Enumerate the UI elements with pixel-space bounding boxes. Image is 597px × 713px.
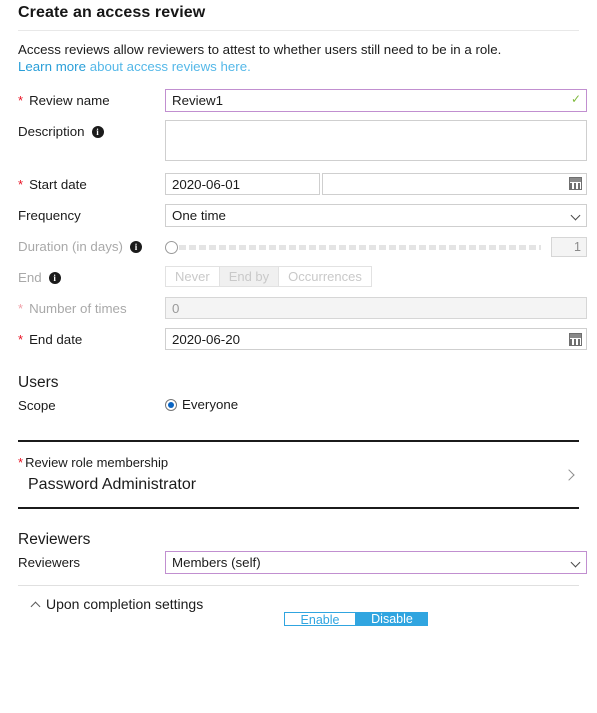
- label-text: End date: [29, 332, 83, 347]
- info-icon[interactable]: i: [48, 271, 61, 284]
- label-duration: Duration (in days) i: [18, 235, 165, 255]
- label-reviewers: Reviewers: [18, 551, 165, 571]
- radio-everyone-label: Everyone: [182, 397, 239, 412]
- label-text: Duration (in days): [18, 239, 123, 254]
- end-date-input[interactable]: [165, 328, 587, 350]
- control-start-date: [165, 173, 587, 195]
- label-end-date: * End date: [18, 328, 165, 348]
- end-option-occurrences[interactable]: Occurrences: [279, 267, 371, 286]
- label-text: Scope: [18, 398, 56, 413]
- intro-sentence: Access reviews allow reviewers to attest…: [18, 42, 502, 57]
- label-start-date: * Start date: [18, 173, 165, 193]
- label-end: End i: [18, 266, 165, 286]
- required-marker: *: [18, 93, 24, 108]
- completion-heading-text: Upon completion settings: [46, 596, 204, 613]
- info-icon[interactable]: i: [91, 125, 104, 138]
- scope-radio-group: Everyone: [165, 394, 587, 412]
- control-reviewers: Members (self): [165, 551, 587, 575]
- review-name-input[interactable]: [165, 89, 587, 112]
- page-title: Create an access review: [18, 4, 206, 21]
- learn-more-link[interactable]: Learn more: [18, 59, 86, 74]
- label-frequency: Frequency: [18, 204, 165, 224]
- role-label: * Review role membership: [18, 454, 196, 472]
- row-duration: Duration (in days) i 1: [0, 235, 597, 259]
- control-review-name: ✓: [165, 89, 587, 112]
- start-date-field: [165, 173, 320, 195]
- reviewers-heading: Reviewers: [18, 531, 91, 549]
- create-access-review-panel: Create an access review Access reviews a…: [0, 0, 597, 713]
- label-text: Number of times: [29, 301, 127, 316]
- label-text: End: [18, 270, 42, 285]
- row-start-date: * Start date: [0, 173, 597, 197]
- required-marker: *: [18, 301, 24, 316]
- end-segmented-control: Never End by Occurrences: [165, 266, 372, 287]
- toggle-disable[interactable]: Disable: [356, 612, 428, 627]
- role-value: Password Administrator: [28, 475, 197, 493]
- radio-dot: [168, 401, 174, 408]
- chevron-up-icon: [30, 601, 41, 612]
- chevron-right-icon[interactable]: [563, 468, 575, 481]
- control-description: [165, 120, 587, 166]
- row-description: Description i: [0, 120, 597, 166]
- label-text: Description: [18, 124, 85, 139]
- completion-toggle-row: Enable Disable: [0, 612, 597, 627]
- required-marker: *: [18, 332, 24, 347]
- frequency-select[interactable]: One time: [165, 204, 587, 227]
- control-end: Never End by Occurrences: [165, 266, 587, 287]
- required-marker: *: [18, 177, 24, 192]
- control-number-of-times: [165, 297, 587, 319]
- number-of-times-input[interactable]: [165, 297, 587, 319]
- end-option-end-by[interactable]: End by: [219, 267, 280, 286]
- row-number-of-times: * Number of times: [0, 297, 597, 321]
- reviewers-select[interactable]: Members (self): [165, 551, 587, 575]
- label-description: Description i: [18, 120, 165, 140]
- required-marker: *: [18, 455, 24, 471]
- start-time-field: [322, 173, 587, 195]
- calendar-icon[interactable]: [569, 333, 582, 346]
- label-number-of-times: * Number of times: [18, 297, 165, 317]
- row-review-name: * Review name ✓: [0, 89, 597, 113]
- calendar-icon[interactable]: [569, 177, 582, 190]
- row-reviewers: Reviewers Members (self): [0, 551, 597, 575]
- duration-slider-thumb[interactable]: [165, 240, 178, 254]
- row-end-date: * End date: [0, 328, 597, 352]
- radio-everyone[interactable]: [165, 398, 177, 411]
- role-text-group: * Review role membership Password Admini…: [18, 454, 196, 495]
- review-role-membership-row[interactable]: * Review role membership Password Admini…: [0, 442, 597, 507]
- users-heading: Users: [18, 374, 59, 391]
- toggle-enable[interactable]: Enable: [284, 612, 356, 627]
- review-form: * Review name ✓ Description i * Start da…: [0, 75, 597, 352]
- label-scope: Scope: [18, 394, 165, 414]
- start-date-input[interactable]: [165, 173, 320, 195]
- control-end-date: [165, 328, 587, 350]
- auto-apply-toggle: Enable Disable: [284, 612, 428, 627]
- duration-value: 1: [551, 237, 587, 257]
- role-divider-bottom: [18, 507, 579, 510]
- label-text: Start date: [29, 177, 87, 192]
- description-textarea[interactable]: [165, 120, 587, 161]
- duration-slider-track[interactable]: [179, 244, 541, 250]
- upon-completion-settings-header[interactable]: Upon completion settings: [0, 586, 597, 612]
- label-text: Review name: [29, 93, 110, 108]
- row-frequency: Frequency One time: [0, 204, 597, 228]
- label-review-name: * Review name: [18, 89, 165, 109]
- label-text: Review role membership: [25, 455, 169, 470]
- check-icon: ✓: [570, 92, 581, 106]
- row-scope: Scope Everyone: [0, 394, 597, 418]
- end-option-never[interactable]: Never: [166, 267, 220, 286]
- start-time-input[interactable]: [322, 173, 587, 195]
- control-frequency: One time: [165, 204, 587, 227]
- row-end: End i Never End by Occurrences: [0, 266, 597, 290]
- intro-text: Access reviews allow reviewers to attest…: [0, 31, 597, 75]
- control-duration: 1: [165, 235, 587, 257]
- label-text: Reviewers: [18, 555, 81, 571]
- learn-more-link-tail[interactable]: about access reviews here.: [90, 59, 251, 74]
- control-scope: Everyone: [165, 394, 587, 412]
- label-text: Frequency: [18, 208, 81, 223]
- info-icon[interactable]: i: [129, 240, 142, 253]
